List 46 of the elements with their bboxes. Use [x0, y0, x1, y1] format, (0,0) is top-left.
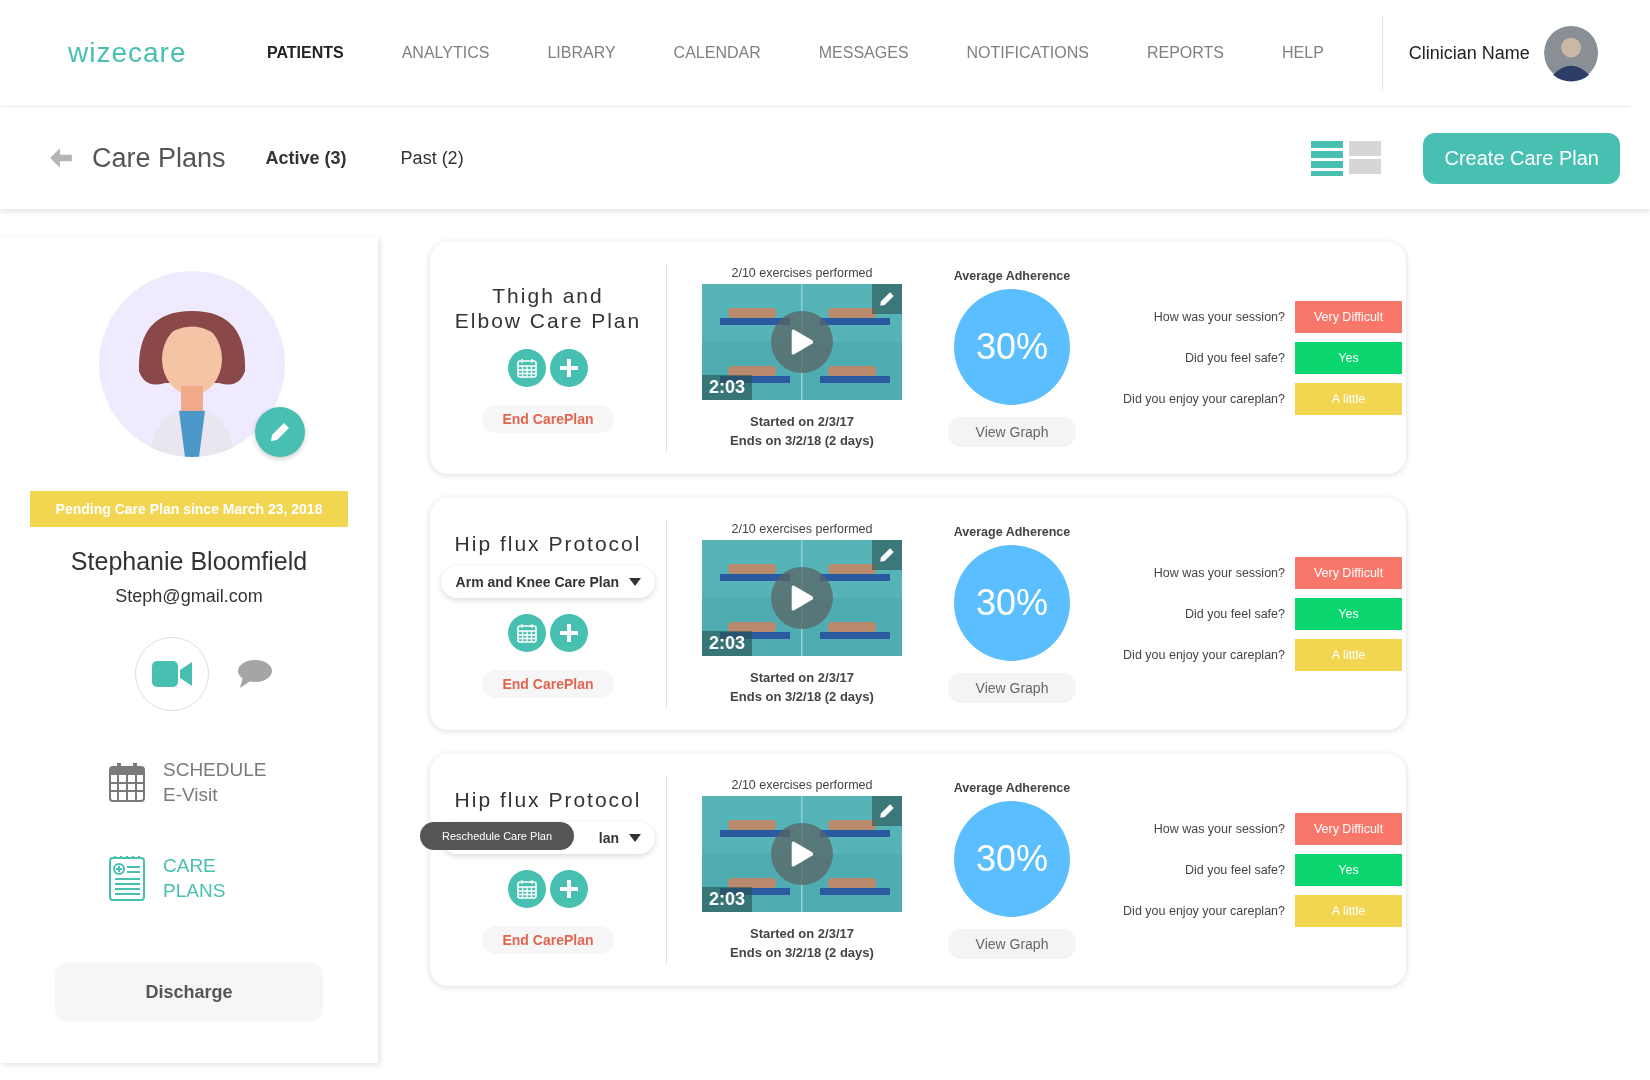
end-date: Ends on 3/2/18 (2 days) [730, 688, 874, 706]
end-date: Ends on 3/2/18 (2 days) [730, 432, 874, 450]
page-title: Care Plans [92, 142, 226, 174]
adherence-value: 30% [954, 289, 1070, 405]
adherence-label: Average Adherence [953, 525, 1071, 539]
end-date: Ends on 3/2/18 (2 days) [730, 944, 874, 962]
feedback-question: How was your session? [1152, 310, 1285, 324]
feedback-question: How was your session? [1152, 822, 1285, 836]
adherence-label: Average Adherence [953, 781, 1071, 795]
tooltip: Reschedule Care Plan [420, 821, 575, 850]
plan-title: Hip flux Protocol [454, 530, 642, 556]
patient-name: Stephanie Bloomfield [70, 547, 308, 576]
adherence-label: Average Adherence [953, 269, 1071, 283]
start-date: Started on 2/3/17 [749, 413, 854, 431]
status-banner: Pending Care Plan since March 23, 2018 [30, 491, 348, 527]
feedback-question: Did you enjoy your careplan? [1122, 648, 1285, 662]
feedback-answer: Yes [1295, 598, 1402, 630]
feedback-question: Did you enjoy your careplan? [1122, 904, 1285, 918]
video-duration: 2:03 [702, 887, 753, 912]
feedback-question: Did you feel safe? [1183, 863, 1285, 877]
feedback-question: Did you enjoy your careplan? [1122, 392, 1285, 406]
feedback-answer: Very Difficult [1295, 301, 1402, 333]
video-duration: 2:03 [702, 375, 753, 400]
feedback-answer: Yes [1295, 854, 1402, 886]
feedback-answer: A little [1295, 383, 1402, 415]
patient-email: Steph@gmail.com [115, 586, 263, 607]
start-date: Started on 2/3/17 [749, 925, 854, 943]
feedback-question: How was your session? [1152, 566, 1285, 580]
video-duration: 2:03 [702, 631, 753, 656]
adherence-value: 30% [954, 545, 1070, 661]
feedback-question: Did you feel safe? [1183, 351, 1285, 365]
plan-title: Hip flux Protocol [454, 786, 642, 812]
adherence-value: 30% [954, 801, 1070, 917]
start-date: Started on 2/3/17 [749, 669, 854, 687]
dropdown-value: Arm and Knee Care Plan [455, 573, 619, 590]
feedback-answer: Yes [1295, 342, 1402, 374]
feedback-answer: A little [1295, 895, 1402, 927]
exercise-count: 2/10 exercises performed [731, 522, 873, 536]
feedback-answer: Very Difficult [1295, 813, 1402, 845]
feedback-answer: A little [1295, 639, 1402, 671]
feedback-answer: Very Difficult [1295, 557, 1402, 589]
feedback-question: Did you feel safe? [1183, 607, 1285, 621]
exercise-count: 2/10 exercises performed [731, 778, 873, 792]
dropdown-value: lan [598, 829, 619, 846]
exercise-count: 2/10 exercises performed [731, 266, 873, 280]
plan-title: Thigh and Elbow Care Plan [454, 283, 642, 333]
